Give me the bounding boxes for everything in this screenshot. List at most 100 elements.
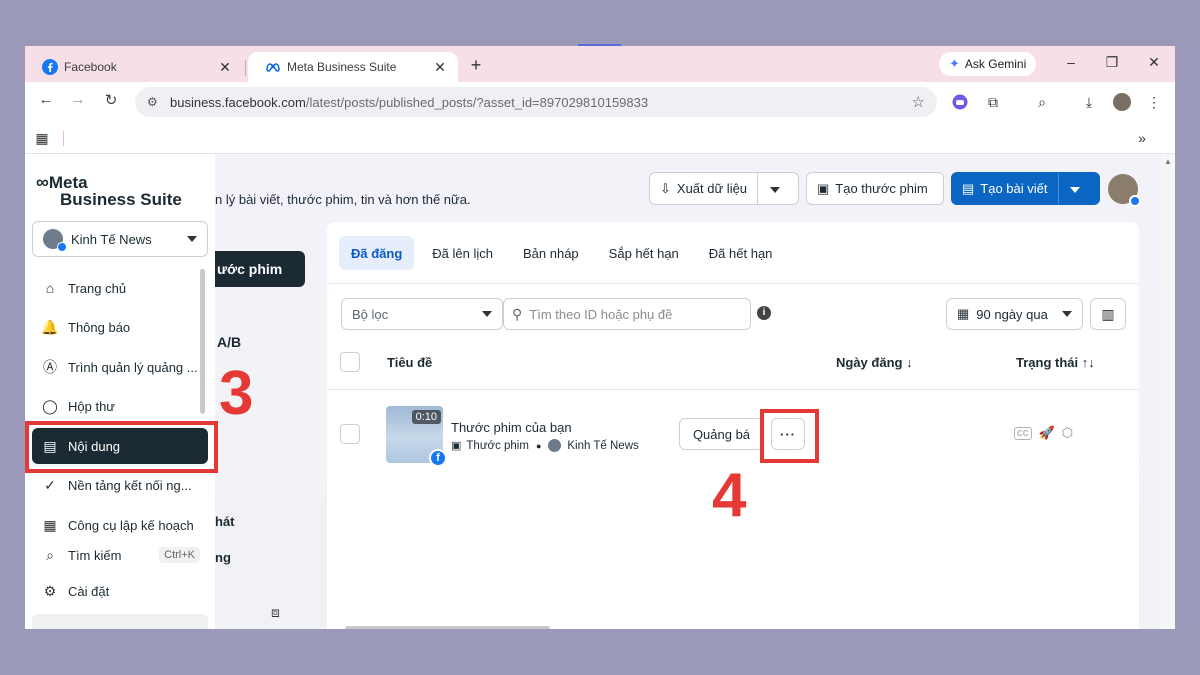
meta-business-suite-logo[interactable]: ∞ Meta Business Suite — [36, 172, 182, 210]
create-post-button[interactable]: ▤ Tạo bài viết — [951, 172, 1100, 205]
tab-scheduled[interactable]: Đã lên lịch — [420, 236, 505, 270]
page-name: Kinh Tế News — [567, 439, 639, 452]
search-tab-icon[interactable]: ⌕ — [1031, 91, 1053, 113]
column-status[interactable]: Trạng thái ↑↓ — [1016, 355, 1095, 370]
header-divider — [327, 389, 1139, 390]
post-icon: ▤ — [962, 180, 975, 196]
chevron-down-icon — [482, 311, 492, 317]
sidebar-scrollbar[interactable] — [200, 269, 205, 414]
collapse-sidebar-icon[interactable]: ⧈ — [271, 604, 280, 621]
calendar-icon: ▦ — [957, 306, 970, 321]
ask-gemini-button[interactable]: ✦ Ask Gemini — [939, 52, 1037, 76]
boost-status-icon: ⬡ — [1061, 425, 1074, 440]
create-reel-cta-button[interactable]: ước phim — [215, 251, 305, 287]
reel-thumbnail[interactable]: 0:10 f — [386, 406, 447, 467]
tab-expiring[interactable]: Sắp hết hạn — [597, 236, 691, 270]
post-title[interactable]: Thước phim của bạn — [451, 420, 572, 435]
post-meta: ▣ Thước phim ● Kinh Tế News — [451, 439, 639, 452]
scroll-up-icon[interactable]: ▲ — [1164, 157, 1172, 166]
select-all-checkbox[interactable] — [340, 352, 360, 372]
section-fragment: hát — [215, 514, 235, 529]
tab-drafts[interactable]: Bản nháp — [511, 236, 591, 270]
export-label: Xuất dữ liệu — [676, 181, 748, 196]
more-bookmarks-icon[interactable]: » — [1131, 127, 1153, 149]
post-type: Thước phim — [466, 439, 529, 452]
profile-avatar-icon[interactable] — [1111, 91, 1133, 113]
date-range-dropdown[interactable]: ▦ 90 ngày qua — [946, 298, 1083, 330]
account-avatar[interactable] — [1108, 174, 1141, 207]
connect-icon: ✓ — [44, 476, 56, 493]
forward-icon[interactable]: → — [67, 91, 89, 108]
info-icon[interactable]: i — [757, 306, 771, 320]
logo-business-suite: Business Suite — [60, 190, 182, 209]
meta-infinity-icon: ∞ — [36, 172, 49, 192]
close-tab-icon[interactable]: ✕ — [217, 59, 233, 76]
chevron-down-icon — [1062, 311, 1072, 317]
sidebar-item-label: Tìm kiếm — [68, 547, 122, 563]
horizontal-scrollbar[interactable] — [345, 626, 550, 629]
tab-strip: Facebook ✕ Meta Business Suite ✕ + ✦ Ask… — [25, 46, 1175, 82]
chevron-down-icon[interactable] — [1069, 181, 1080, 196]
create-post-label: Tạo bài viết — [980, 181, 1048, 196]
extension-robot-icon[interactable] — [949, 91, 971, 113]
apps-grid-icon[interactable]: ▦ — [31, 127, 53, 149]
bookmark-divider — [63, 131, 64, 146]
site-settings-icon[interactable]: ⚙ — [147, 95, 161, 109]
sidebar-item-inbox[interactable]: ◯ Hộp thư — [32, 388, 208, 424]
columns-button[interactable]: ▥ — [1090, 298, 1126, 330]
sidebar-item-label: Trình quản lý quảng ... — [68, 359, 198, 375]
bookmarks-bar: ▦ » — [25, 122, 1175, 154]
sidebar-item-notifications[interactable]: 🔔 Thông báo — [32, 309, 208, 345]
search-shortcut: Ctrl+K — [159, 547, 200, 563]
reload-icon[interactable]: ↻ — [100, 91, 122, 109]
tabs-divider — [327, 283, 1139, 284]
export-data-button[interactable]: ⇩ Xuất dữ liệu — [649, 172, 799, 205]
bookmark-star-icon[interactable]: ☆ — [912, 93, 925, 111]
sidebar-item-search[interactable]: ⌕ Tìm kiếm Ctrl+K — [32, 537, 208, 573]
content-card: Đã đăng Đã lên lịch Bản nháp Sắp hết hạn… — [327, 222, 1139, 629]
sidebar-item-home[interactable]: ⌂ Trang chủ — [32, 270, 208, 306]
account-switcher[interactable]: Kinh Tế News — [32, 221, 208, 257]
highlight-content-nav — [25, 421, 218, 473]
minimize-icon[interactable]: – — [1061, 54, 1081, 70]
account-avatar — [43, 229, 67, 252]
restore-icon[interactable]: ❐ — [1102, 54, 1122, 71]
back-icon[interactable]: ← — [35, 91, 57, 108]
page-subtitle: n lý bài viết, thước phim, tin và hơn th… — [215, 192, 471, 207]
create-reel-button[interactable]: ▣ Tạo thước phim — [806, 172, 944, 205]
filter-dropdown[interactable]: Bộ lọc — [341, 298, 503, 330]
business-suite-page: n lý bài viết, thước phim, tin và hơn th… — [25, 154, 1175, 629]
tab-facebook[interactable]: Facebook ✕ — [25, 52, 243, 82]
separator-dot: ● — [535, 440, 542, 451]
row-checkbox[interactable] — [340, 424, 360, 444]
chevron-down-icon — [187, 236, 197, 242]
close-window-icon[interactable]: ✕ — [1144, 54, 1164, 71]
chevron-down-icon[interactable] — [770, 181, 781, 196]
close-tab-icon[interactable]: ✕ — [432, 59, 448, 76]
tab-published[interactable]: Đã đăng — [339, 236, 415, 270]
sidebar-item-partial[interactable] — [32, 614, 208, 629]
export-icon: ⇩ — [660, 180, 671, 196]
tab-meta-business-suite[interactable]: Meta Business Suite ✕ — [248, 52, 458, 82]
download-icon[interactable]: ⤓ — [1078, 91, 1100, 113]
sidebar-item-label: Thông báo — [68, 319, 131, 335]
columns-icon: ▥ — [1101, 305, 1115, 322]
url-text: business.facebook.com/latest/posts/publi… — [170, 95, 912, 110]
sidebar-item-ads-manager[interactable]: Ⓐ Trình quản lý quảng ... — [32, 349, 208, 385]
promote-button[interactable]: Quảng bá — [679, 418, 764, 450]
sidebar-item-settings[interactable]: ⚙ Cài đặt — [32, 573, 208, 609]
calendar-icon: ▦ — [43, 516, 57, 533]
search-input[interactable]: ⚲ Tìm theo ID hoặc phụ đề — [503, 298, 751, 330]
url-path: /latest/posts/published_posts/?asset_id=… — [305, 94, 649, 110]
address-bar[interactable]: ⚙ business.facebook.com/latest/posts/pub… — [135, 87, 937, 117]
browser-menu-icon[interactable]: ⋮ — [1143, 91, 1165, 113]
gemini-icon: ✦ — [949, 56, 960, 71]
column-title[interactable]: Tiêu đề — [387, 355, 432, 370]
search-icon: ⌕ — [46, 546, 54, 563]
page-scrollbar[interactable]: ▲ — [1161, 154, 1175, 629]
tab-expired[interactable]: Đã hết hạn — [697, 236, 785, 270]
column-date[interactable]: Ngày đăng ↓ — [836, 355, 913, 370]
extensions-puzzle-icon[interactable]: ⧉ — [982, 91, 1004, 113]
new-tab-button[interactable]: + — [466, 55, 486, 76]
highlight-more-button — [760, 409, 819, 463]
